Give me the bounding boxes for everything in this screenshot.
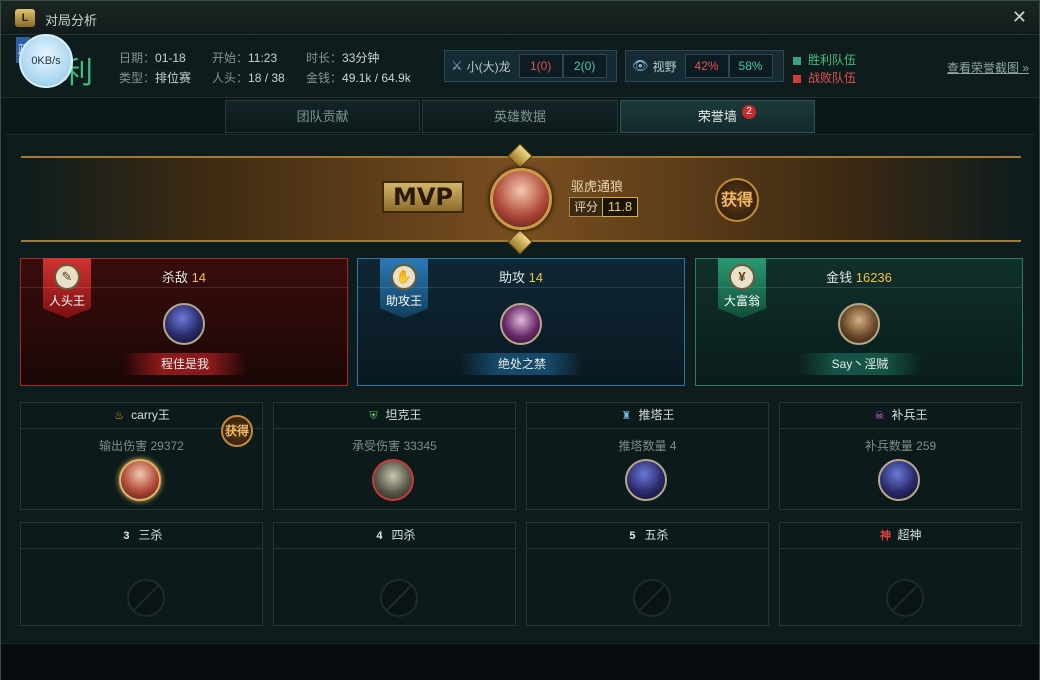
shield-icon: ⛨ (369, 410, 378, 422)
dragon-stat: ⚔ 小(大)龙 1(0) 2(0) (444, 50, 617, 82)
tab-team-contribution[interactable]: 团队贡献 (225, 100, 421, 133)
player-avatar[interactable] (372, 459, 414, 501)
divider (358, 287, 684, 288)
obtained-seal-icon: 获得 (715, 178, 759, 222)
award-card-tank: ⛨ 坦克王 承受伤害 33345 (273, 402, 516, 510)
streak-card-quadra: 4 四杀 (273, 522, 516, 626)
window-title: 对局分析 (45, 13, 98, 28)
vision-green: 58% (728, 54, 773, 78)
swords-icon: ⚔ (451, 58, 463, 73)
close-icon[interactable]: ✕ (1012, 7, 1027, 28)
title-bar: L 对局分析 ✕ (1, 1, 1039, 35)
player-avatar[interactable] (625, 459, 667, 501)
legend-win: 胜利队伍 (793, 51, 856, 68)
empty-slot-icon (633, 579, 671, 617)
player-name: 绝处之禁 (460, 353, 584, 375)
player-name: Say丶淫贼 (798, 353, 922, 375)
app-logo-icon: L (15, 9, 35, 27)
mvp-avatar[interactable] (490, 168, 552, 230)
type-field: 类型：排位赛 (119, 71, 192, 85)
tower-icon: ♜ (621, 410, 632, 422)
triple-kill-icon: 3 (123, 530, 130, 542)
kill-stat: 杀敌 14 (161, 270, 207, 285)
mvp-score-label: 评分 (569, 197, 604, 217)
player-name: 程佳是我 (123, 353, 247, 375)
vision-red: 42% (684, 54, 729, 78)
tab-honor-wall[interactable]: 荣誉墙 2 (619, 100, 815, 133)
player-avatar[interactable] (500, 303, 542, 345)
legend-lose: 战败队伍 (793, 69, 856, 86)
flame-icon: ♨ (114, 410, 125, 422)
view-honor-screenshot-link[interactable]: 查看荣誉截图 » (947, 59, 1029, 76)
player-avatar[interactable] (163, 303, 205, 345)
gold-field: 金钱：49.1k / 64.9k (306, 71, 411, 85)
award-card-carry: ♨ carry王 输出伤害 29372 获得 (20, 402, 263, 510)
penta-kill-icon: 5 (629, 530, 636, 542)
empty-slot-icon (380, 579, 418, 617)
player-avatar[interactable] (838, 303, 880, 345)
start-field: 开始：11:23 (212, 51, 278, 65)
player-avatar[interactable] (119, 459, 161, 501)
tab-bar: 团队贡献 英雄数据 荣誉墙 2 (225, 100, 815, 133)
obtained-seal-icon: 获得 (221, 415, 253, 447)
legendary-icon: 神 (879, 530, 891, 542)
gold-king-card: ¥ 大富翁 金钱 16236 Say丶淫贼 (695, 258, 1023, 386)
mvp-score: 11.8 (602, 197, 638, 217)
divider (696, 287, 1022, 288)
mvp-player-name: 驱虎通狼 (571, 179, 624, 194)
player-avatar[interactable] (878, 459, 920, 501)
award-stat: 补兵数量 259 (864, 439, 937, 453)
analysis-window: L 对局分析 ✕ 利 蓝 日期：01-18 类型：排位赛 开始：11:23 人头… (0, 0, 1040, 680)
streak-card-penta: 5 五杀 (526, 522, 769, 626)
dragon-green: 2(0) (562, 54, 607, 78)
date-field: 日期：01-18 (119, 51, 186, 65)
award-card-tower: ♜ 推塔王 推塔数量 4 (526, 402, 769, 510)
award-stat: 推塔数量 4 (618, 439, 677, 453)
eye-icon: 👁 (632, 58, 649, 73)
assist-king-card: ✋ 助攻王 助攻 14 绝处之禁 (357, 258, 685, 386)
gold-stat: 金钱 16236 (826, 270, 892, 285)
vision-stat: 👁 视野 42% 58% (625, 50, 784, 82)
network-speed-bubble: 0KB/s (19, 34, 73, 88)
kill-king-card: ✎ 人头王 杀敌 14 程佳是我 (20, 258, 348, 386)
award-stat: 承受伤害 33345 (352, 439, 437, 453)
mvp-tag: MVP (382, 181, 464, 213)
empty-slot-icon (886, 579, 924, 617)
assist-stat: 助攻 14 (498, 270, 544, 285)
footer-bar (1, 643, 1039, 680)
tab-hero-data[interactable]: 英雄数据 (422, 100, 618, 133)
streak-card-triple: 3 三杀 (20, 522, 263, 626)
skull-icon: ☠ (874, 410, 885, 422)
kills-field: 人头：18 / 38 (212, 71, 285, 85)
dragon-red: 1(0) (518, 54, 563, 78)
duration-field: 时长：33分钟 (306, 51, 380, 65)
quadra-kill-icon: 4 (376, 530, 383, 542)
empty-slot-icon (127, 579, 165, 617)
match-summary-bar: 利 蓝 日期：01-18 类型：排位赛 开始：11:23 人头：18 / 38 … (1, 36, 1039, 98)
award-card-minion: ☠ 补兵王 补兵数量 259 (779, 402, 1022, 510)
streak-card-legendary: 神超神 (779, 522, 1022, 626)
divider (21, 287, 347, 288)
notification-badge: 2 (741, 105, 756, 119)
